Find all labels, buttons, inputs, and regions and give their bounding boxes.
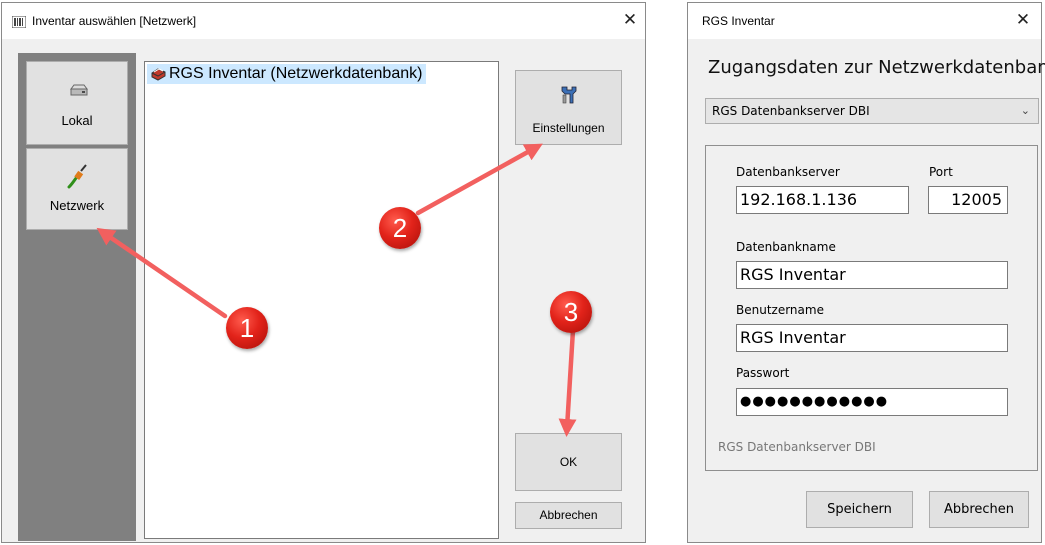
- close-icon[interactable]: ✕: [1012, 10, 1034, 30]
- step-badge-1: 1: [226, 307, 268, 349]
- port-input[interactable]: 12005: [928, 186, 1008, 214]
- server-label: Datenbankserver: [736, 165, 840, 179]
- dbname-label: Datenbankname: [736, 240, 836, 254]
- save-button[interactable]: Speichern: [806, 491, 913, 528]
- username-label: Benutzername: [736, 303, 824, 317]
- password-label: Passwort: [736, 366, 790, 380]
- cancel-button[interactable]: Abbrechen: [929, 491, 1029, 528]
- server-input[interactable]: 192.168.1.136: [736, 186, 909, 214]
- dbname-input[interactable]: RGS Inventar: [736, 261, 1008, 289]
- step-badge-2: 2: [379, 207, 421, 249]
- port-label: Port: [929, 165, 953, 179]
- status-text: RGS Datenbankserver DBI: [718, 440, 876, 454]
- credentials-dialog: RGS Inventar ✕ Zugangsdaten zur Netzwerk…: [687, 2, 1045, 543]
- arrow-3: [558, 327, 577, 437]
- step-badge-3: 3: [550, 291, 592, 333]
- username-input[interactable]: RGS Inventar: [736, 324, 1008, 352]
- dialog-heading: Zugangsdaten zur Netzwerkdatenbank: [708, 57, 1045, 78]
- server-type-select[interactable]: RGS Datenbankserver DBI ⌄: [705, 98, 1039, 124]
- title-bar: RGS Inventar ✕: [688, 3, 1041, 39]
- password-input[interactable]: ●●●●●●●●●●●●: [736, 388, 1008, 416]
- window-title: RGS Inventar: [702, 14, 775, 28]
- arrow-1: [96, 227, 228, 319]
- server-type-value: RGS Datenbankserver DBI: [712, 104, 870, 118]
- credentials-group: Datenbankserver Port 192.168.1.136 12005…: [705, 145, 1038, 471]
- arrow-2: [415, 143, 543, 216]
- chevron-down-icon: ⌄: [1020, 104, 1030, 117]
